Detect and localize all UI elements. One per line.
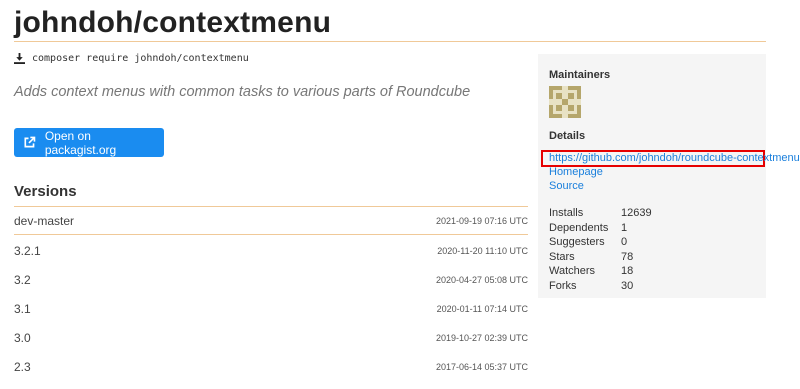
package-description: Adds context menus with common tasks to … [14,84,471,100]
version-name[interactable]: 3.2.1 [14,244,41,258]
version-name[interactable]: 3.0 [14,331,31,345]
source-link[interactable]: Source [549,180,584,192]
maintainer-avatar[interactable] [549,86,581,118]
version-date: 2017-06-14 05:37 UTC [435,362,528,372]
package-sidebar: Maintainers Details https://github.com/j… [538,54,800,298]
version-row[interactable]: 3.2 2020-04-27 05:08 UTC [14,266,528,294]
stat-value: 0 [621,236,628,249]
version-row[interactable]: 2.3 2017-06-14 05:37 UTC [14,353,528,381]
stat-watchers: Watchers 18 [549,264,652,279]
stat-value: 1 [621,221,628,234]
stat-value: 30 [621,279,634,292]
version-name[interactable]: 3.2 [14,273,31,287]
stat-label: Dependents [549,221,609,234]
package-stats: Installs 12639 Dependents 1 Suggesters 0… [549,206,652,294]
version-name[interactable]: 2.3 [14,360,31,374]
open-button-label: Open on packagist.org [44,128,117,157]
version-name[interactable]: dev-master [14,214,74,228]
stat-value: 78 [621,250,634,263]
open-on-packagist-button[interactable]: Open on packagist.org [14,128,164,157]
stat-value: 12639 [621,207,652,219]
stat-label: Watchers [549,265,596,278]
version-date: 2020-01-11 07:14 UTC [436,304,528,314]
stat-value: 18 [621,265,634,278]
stat-label: Suggesters [549,236,605,249]
version-date: 2019-10-27 02:39 UTC [435,333,528,343]
version-date: 2020-04-27 05:08 UTC [435,275,528,285]
repository-link[interactable]: https://github.com/johndoh/roundcube-con… [549,152,800,164]
stat-installs: Installs 12639 [549,206,652,221]
composer-command-text[interactable]: composer require johndoh/contextmenu [32,53,249,64]
maintainers-label: Maintainers [549,69,611,81]
version-date: 2021-09-19 07:16 UTC [435,215,528,226]
composer-command: composer require johndoh/contextmenu [14,53,249,64]
version-name[interactable]: 3.1 [14,302,31,316]
stat-label: Installs [549,207,584,219]
stat-label: Forks [549,279,577,292]
package-title: johndoh/contextmenu [14,6,332,39]
stat-label: Stars [549,250,575,263]
stat-suggesters: Suggesters 0 [549,235,652,250]
homepage-link[interactable]: Homepage [549,166,603,178]
stat-stars: Stars 78 [549,250,652,265]
version-row-dev-master[interactable]: dev-master 2021-09-19 07:16 UTC [14,207,528,235]
title-divider [14,41,766,42]
details-label: Details [549,130,586,142]
stat-dependents: Dependents 1 [549,221,652,236]
versions-heading: Versions [14,183,77,200]
version-row[interactable]: 3.0 2019-10-27 02:39 UTC [14,324,528,352]
external-link-icon [24,136,36,148]
version-row[interactable]: 3.1 2020-01-11 07:14 UTC [14,295,528,323]
version-row[interactable]: 3.2.1 2020-11-20 11:10 UTC [14,237,528,265]
stat-forks: Forks 30 [549,279,652,294]
version-date: 2020-11-20 11:10 UTC [437,246,528,256]
download-icon [14,53,25,64]
